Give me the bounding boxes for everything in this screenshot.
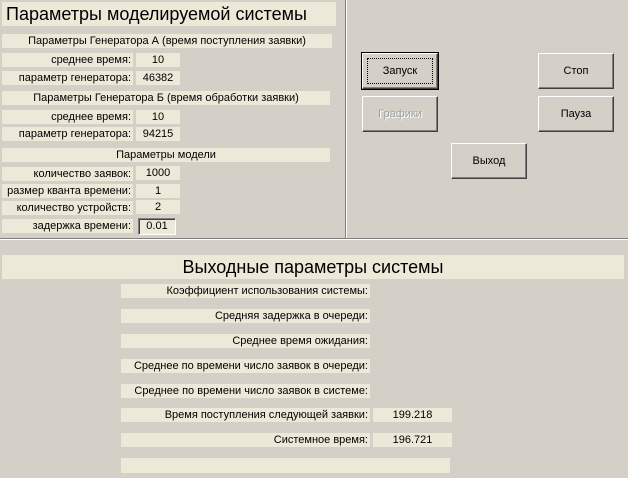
next-arrival-value: 199.218: [373, 408, 452, 422]
stop-button[interactable]: Стоп: [538, 53, 614, 89]
gen-a-mean-label: среднее время:: [2, 53, 133, 67]
system-params-title: Параметры моделируемой системы: [2, 2, 336, 26]
charts-button[interactable]: Графики: [362, 96, 438, 132]
gen-b-mean-label: среднее время:: [2, 110, 133, 124]
delay-label: задержка времени:: [2, 219, 133, 233]
exit-button[interactable]: Выход: [451, 143, 527, 179]
horizontal-divider: [0, 238, 628, 240]
gen-a-param-label: параметр генератора:: [2, 71, 133, 85]
start-button[interactable]: Запуск: [361, 52, 439, 90]
avg-queue-label: Среднее по времени число заявок в очеред…: [121, 359, 370, 373]
wait-time-label: Среднее время ожидания:: [121, 334, 370, 348]
vertical-divider: [345, 0, 347, 238]
requests-label: количество заявок:: [2, 167, 133, 181]
pause-button[interactable]: Пауза: [538, 96, 614, 132]
utilization-label: Коэффициент использования системы:: [121, 284, 370, 298]
model-params-header: Параметры модели: [2, 148, 330, 162]
gen-b-param-label: параметр генератора:: [2, 127, 133, 141]
quantum-label: размер кванта времени:: [2, 184, 133, 198]
requests-value: 1000: [136, 166, 180, 180]
gen-b-mean-value: 10: [136, 110, 180, 124]
next-arrival-label: Время поступления следующей заявки:: [121, 408, 370, 422]
devices-label: количество устройств:: [2, 201, 133, 215]
gen-b-header: Параметры Генератора Б (время обработки …: [2, 91, 330, 105]
system-time-value: 196.721: [373, 433, 452, 447]
quantum-value: 1: [136, 184, 180, 198]
avg-system-label: Среднее по времени число заявок в систем…: [121, 384, 370, 398]
gen-a-param-value: 46382: [136, 71, 180, 85]
devices-value: 2: [136, 200, 180, 214]
gen-a-header: Параметры Генератора А (время поступлени…: [2, 34, 332, 48]
gen-b-param-value: 94215: [136, 127, 180, 141]
gen-a-mean-value: 10: [136, 53, 180, 67]
status-bar: [121, 458, 450, 473]
queue-delay-label: Средняя задержка в очереди:: [121, 309, 370, 323]
delay-input[interactable]: 0.01: [138, 218, 176, 235]
output-params-title: Выходные параметры системы: [2, 255, 624, 279]
system-time-label: Системное время:: [121, 433, 370, 447]
